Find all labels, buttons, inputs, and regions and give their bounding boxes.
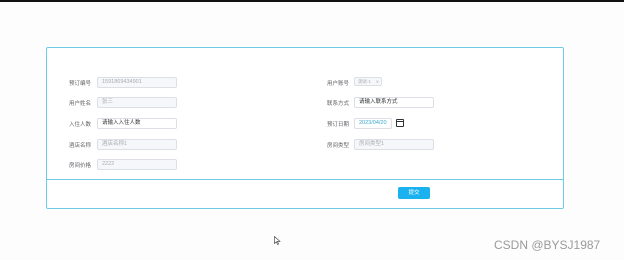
booking-form: 预订编号 1591869434901 用户姓名 张三 入住人数 请输入入住人数 … — [46, 47, 564, 209]
room-type-field: 房间类型1 — [354, 139, 434, 150]
form-divider — [47, 179, 563, 180]
contact-label: 联系方式 — [327, 101, 350, 107]
user-account-label: 用户账号 — [327, 81, 350, 87]
watermark: CSDN @BYSJ1987 — [494, 238, 601, 252]
user-account-select[interactable]: 测试-1 ∨ — [354, 77, 382, 86]
submit-button[interactable]: 提交 — [398, 187, 430, 199]
user-account-value: 测试-1 — [358, 79, 372, 84]
mouse-cursor-icon — [274, 236, 281, 245]
hotel-name-field: 酒店名称1 — [97, 139, 177, 150]
user-name-field: 张三 — [97, 97, 177, 108]
guests-label: 入住人数 — [69, 122, 92, 128]
order-no-field: 1591869434901 — [97, 77, 177, 88]
user-name-label: 用户姓名 — [69, 101, 92, 107]
calendar-icon[interactable] — [396, 119, 404, 127]
hotel-name-label: 酒店名称 — [69, 143, 92, 149]
booking-date-input[interactable]: 2023/04/20 — [354, 118, 392, 129]
contact-input[interactable]: 请输入联系方式 — [354, 97, 434, 108]
room-type-label: 房间类型 — [327, 143, 350, 149]
room-price-field: 2222 — [97, 159, 177, 170]
chevron-down-icon: ∨ — [375, 79, 379, 84]
room-price-label: 房间价格 — [69, 163, 92, 169]
booking-date-label: 预订日期 — [327, 122, 350, 128]
top-bar — [0, 0, 624, 2]
order-no-label: 预订编号 — [69, 81, 92, 87]
guests-input[interactable]: 请输入入住人数 — [97, 118, 177, 129]
